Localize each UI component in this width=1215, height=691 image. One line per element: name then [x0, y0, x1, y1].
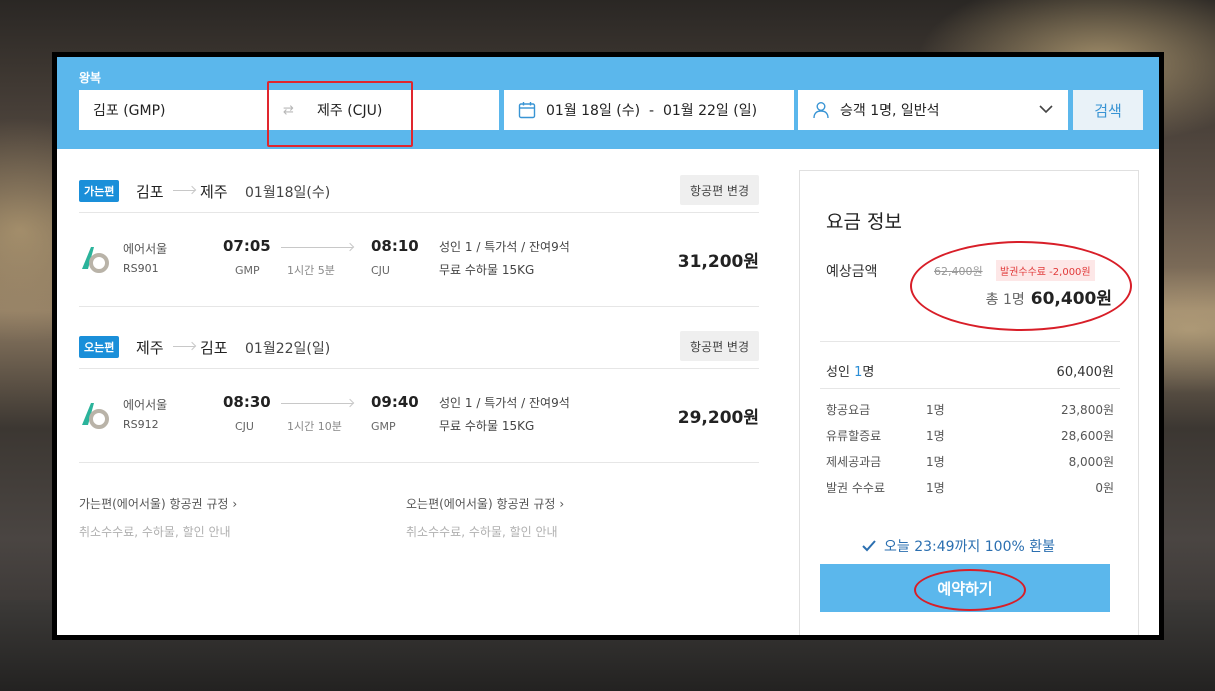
breakdown-amount: 28,600원	[1060, 429, 1114, 443]
change-flight-button[interactable]: 항공편 변경	[679, 331, 759, 361]
change-flight-button[interactable]: 항공편 변경	[679, 175, 759, 205]
route-arrow-icon	[173, 346, 195, 347]
refund-note-text: 오늘 23:49까지 100% 환불	[884, 539, 1056, 555]
return-rules-desc: 취소수수료, 수하물, 할인 안내	[406, 525, 558, 539]
fare-breakdown-row: 항공요금 1명 23,800원	[826, 401, 1114, 418]
leg-date: 01월22일(일)	[245, 341, 331, 357]
breakdown-amount: 23,800원	[1060, 403, 1114, 417]
booking-window: 왕복 김포 (GMP) ⇄ 제주 (CJU) 01월 18일 (수) - 01월…	[52, 52, 1164, 640]
refund-note: 오늘 23:49까지 100% 환불	[862, 536, 1055, 556]
price-annotation-circle	[910, 241, 1132, 331]
outbound-badge: 가는편	[79, 180, 120, 202]
return-header: 오는편 제주 김포 01월22일(일) 항공편 변경	[79, 327, 759, 367]
flight-duration: 1시간 10분	[287, 420, 342, 433]
seat-info: 성인 1 / 특가석 / 잔여9석	[439, 240, 570, 254]
departure-code: CJU	[235, 420, 254, 433]
chevron-down-icon	[1038, 101, 1054, 117]
search-button[interactable]: 검색	[1073, 90, 1143, 130]
divider	[79, 368, 759, 369]
airline-logo-icon	[82, 247, 109, 273]
breakdown-qty: 1명	[926, 455, 945, 469]
rules-link-text: 오는편(에어서울) 항공권 규정	[406, 497, 556, 511]
divider	[820, 341, 1120, 342]
outbound-rules-link[interactable]: 가는편(에어서울) 항공권 규정 ›	[79, 495, 237, 512]
breakdown-qty: 1명	[926, 429, 945, 443]
flight-row-return: 에어서울 RS912 08:30 CJU 1시간 10분 09:40 GMP 성…	[79, 381, 759, 451]
breakdown-amount: 0원	[1095, 481, 1114, 495]
divider	[79, 306, 759, 307]
baggage-info: 무료 수하물 15KG	[439, 263, 535, 277]
breakdown-amount: 8,000원	[1068, 455, 1114, 469]
arrival-time: 09:40	[371, 393, 419, 411]
baggage-info: 무료 수하물 15KG	[439, 419, 535, 433]
duration-arrow-icon	[281, 247, 353, 248]
chevron-right-icon: ›	[559, 497, 565, 511]
fare-breakdown-row: 발권 수수료 1명 0원	[826, 479, 1114, 496]
adult-amount: 60,400원	[1056, 365, 1114, 380]
estimate-label: 예상금액	[826, 264, 878, 280]
return-rules-link[interactable]: 오는편(에어서울) 항공권 규정 ›	[406, 495, 564, 512]
leg-from: 제주	[136, 339, 164, 357]
leg-date: 01월18일(수)	[245, 185, 331, 201]
breakdown-label: 발권 수수료	[826, 481, 886, 495]
adult-summary-row: 성인 1명 60,400원	[826, 361, 1114, 380]
leg-to: 김포	[200, 339, 228, 357]
outbound-header: 가는편 김포 제주 01월18일(수) 항공편 변경	[79, 171, 759, 211]
destination-annotation-box	[267, 81, 413, 147]
seat-info: 성인 1 / 특가석 / 잔여9석	[439, 396, 570, 410]
user-icon	[812, 101, 830, 119]
airline-name: 에어서울	[123, 398, 168, 412]
adult-unit: 명	[862, 365, 875, 380]
divider	[820, 388, 1120, 389]
trip-type-label: 왕복	[79, 71, 102, 85]
passenger-field[interactable]: 승객 1명, 일반석	[798, 90, 1068, 130]
search-bar: 왕복 김포 (GMP) ⇄ 제주 (CJU) 01월 18일 (수) - 01월…	[57, 57, 1159, 149]
duration-arrow-icon	[281, 403, 353, 404]
return-badge: 오는편	[79, 336, 120, 358]
fare-breakdown-row: 제세공과금 1명 8,000원	[826, 453, 1114, 470]
outbound-rules-desc: 취소수수료, 수하물, 할인 안내	[79, 525, 231, 539]
flight-row-outbound: 에어서울 RS901 07:05 GMP 1시간 5분 08:10 CJU 성인…	[79, 225, 759, 295]
leg-from: 김포	[136, 183, 164, 201]
airline-name: 에어서울	[123, 242, 168, 256]
departure-code: GMP	[235, 264, 260, 277]
breakdown-label: 유류할증료	[826, 429, 882, 443]
departure-time: 07:05	[223, 237, 271, 255]
date-field[interactable]: 01월 18일 (수) - 01월 22일 (일)	[504, 90, 794, 130]
route-arrow-icon	[173, 190, 195, 191]
date-range-text: 01월 18일 (수) - 01월 22일 (일)	[546, 103, 758, 119]
arrival-code: CJU	[371, 264, 390, 277]
departure-time: 08:30	[223, 393, 271, 411]
leg-to: 제주	[200, 183, 228, 201]
breakdown-qty: 1명	[926, 481, 945, 495]
divider	[79, 462, 759, 463]
flight-price: 29,200원	[677, 408, 759, 428]
adult-label: 성인	[826, 365, 850, 380]
chevron-right-icon: ›	[232, 497, 238, 511]
fare-title: 요금 정보	[826, 211, 902, 233]
arrival-time: 08:10	[371, 237, 419, 255]
calendar-icon	[518, 101, 536, 119]
flight-number: RS901	[123, 262, 159, 275]
breakdown-label: 제세공과금	[826, 455, 882, 469]
breakdown-label: 항공요금	[826, 403, 871, 417]
passenger-text: 승객 1명, 일반석	[840, 103, 940, 119]
divider	[79, 212, 759, 213]
airline-logo-icon	[82, 403, 109, 429]
fare-panel: 요금 정보 예상금액 62,400원 발권수수료 -2,000원 총 1명 60…	[799, 170, 1139, 635]
breakdown-qty: 1명	[926, 403, 945, 417]
flight-duration: 1시간 5분	[287, 264, 335, 277]
flight-price: 31,200원	[677, 252, 759, 272]
flight-number: RS912	[123, 418, 159, 431]
book-annotation-circle	[914, 569, 1026, 611]
rules-link-text: 가는편(에어서울) 항공권 규정	[79, 497, 229, 511]
arrival-code: GMP	[371, 420, 396, 433]
check-icon	[862, 540, 876, 552]
origin-input[interactable]: 김포 (GMP)	[93, 100, 166, 120]
fare-breakdown-row: 유류할증료 1명 28,600원	[826, 427, 1114, 444]
